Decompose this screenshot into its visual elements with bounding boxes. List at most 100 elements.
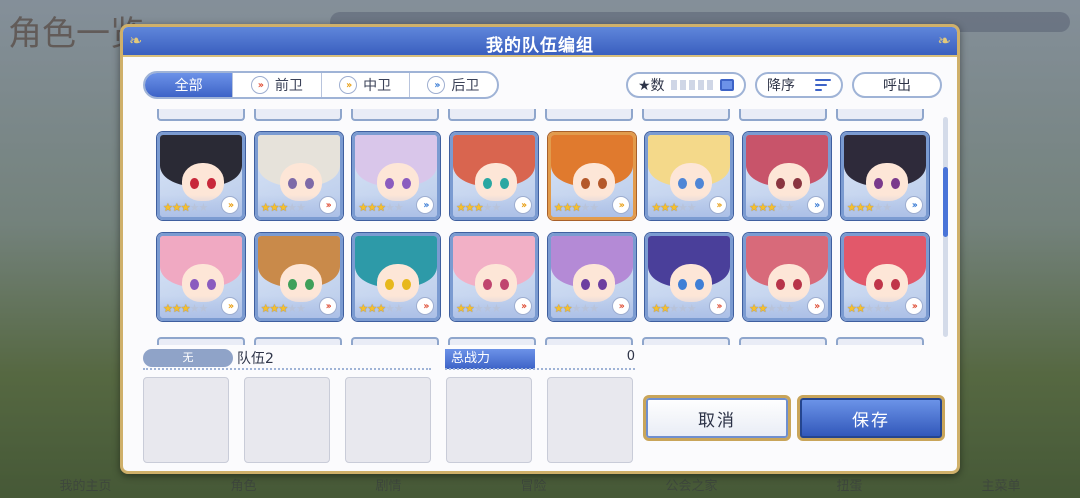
position-chevron-icon: ››: [514, 297, 533, 315]
team-slot[interactable]: [244, 377, 330, 463]
character-portrait-eye: [304, 178, 314, 189]
partial-character-card[interactable]: [157, 109, 245, 121]
position-filter-tabs: 全部 ›› 前卫 ›› 中卫 ›› 后卫: [143, 71, 499, 99]
star-rating-icon: ★★★★★: [846, 302, 892, 315]
position-chevron-icon: ››: [514, 196, 533, 214]
character-card[interactable]: ★★★★★ ››: [352, 233, 441, 321]
star-rating-icon: ★★★★★: [358, 302, 403, 315]
character-portrait-eye: [873, 279, 883, 290]
partial-character-card[interactable]: [739, 109, 827, 121]
character-card[interactable]: ★★★★★ ››: [840, 233, 929, 321]
partial-character-card[interactable]: [836, 109, 924, 121]
character-card[interactable]: ★★★★★ ››: [547, 233, 636, 321]
position-chevron-icon: ››: [904, 297, 923, 315]
partial-character-card[interactable]: [642, 337, 730, 345]
character-card[interactable]: ★★★★★ ››: [352, 132, 441, 220]
tab-middle[interactable]: ›› 中卫: [322, 73, 410, 97]
character-card[interactable]: ★★★★★ ››: [743, 233, 832, 321]
dialog-header: ❧ 我的队伍编组 ❧: [123, 27, 957, 57]
partial-character-card[interactable]: [642, 109, 730, 121]
team-name: 队伍2: [237, 351, 274, 367]
star-rating-icon: ★★★★★: [749, 201, 794, 214]
partial-character-card[interactable]: [254, 109, 342, 121]
tab-all[interactable]: 全部: [145, 73, 234, 97]
partial-character-card[interactable]: [448, 109, 536, 121]
character-card[interactable]: ★★★★★ ››: [157, 132, 245, 220]
partial-character-card[interactable]: [254, 337, 342, 345]
partial-character-card[interactable]: [545, 109, 633, 121]
sort-field-blur: [670, 80, 714, 90]
character-portrait-eye: [207, 178, 216, 189]
position-chevron-icon: ››: [611, 196, 630, 214]
character-portrait-eye: [597, 178, 607, 189]
ornament-right-icon: ❧: [937, 31, 951, 50]
partial-character-card[interactable]: [157, 337, 245, 345]
tab-back[interactable]: ›› 后卫: [410, 73, 497, 97]
tab-label: 前卫: [274, 78, 303, 94]
character-portrait-eye: [190, 178, 199, 189]
position-chevron-icon: ››: [904, 196, 923, 214]
tab-label: 全部: [174, 78, 203, 94]
star-rating-icon: ★★★★★: [260, 201, 306, 214]
star-rating-icon: ★★★★★: [163, 302, 208, 315]
partial-character-card[interactable]: [836, 337, 924, 345]
star-rating-icon: ★★★★★: [846, 201, 892, 214]
back-position-icon: ››: [427, 76, 446, 94]
star-rating-icon: ★★★★★: [358, 201, 403, 214]
character-portrait-eye: [580, 178, 590, 189]
sort-order-label: 降序: [767, 78, 795, 94]
star-rating-icon: ★★★★★: [456, 201, 501, 214]
character-card[interactable]: ★★★★★ ››: [254, 233, 343, 321]
sort-field-button[interactable]: ★数: [626, 72, 746, 98]
team-slot[interactable]: [143, 377, 229, 463]
character-card[interactable]: ★★★★★ ››: [743, 132, 832, 220]
character-card[interactable]: ★★★★★ ››: [450, 233, 539, 321]
sort-toggle-icon: [720, 79, 734, 91]
character-card[interactable]: ★★★★★ ››: [645, 233, 734, 321]
team-slot[interactable]: [345, 377, 431, 463]
partial-character-card[interactable]: [351, 109, 439, 121]
grid-scrollbar[interactable]: [943, 117, 948, 337]
partial-row-above: [157, 109, 937, 121]
character-portrait-eye: [287, 178, 297, 189]
partial-character-card[interactable]: [448, 337, 536, 345]
front-position-icon: ››: [250, 76, 269, 94]
star-rating-icon: ★★★★★: [456, 302, 501, 315]
total-power-label: 总战力: [445, 349, 535, 369]
partial-character-card[interactable]: [545, 337, 633, 345]
character-portrait-eye: [304, 279, 314, 290]
partial-row-below: [157, 337, 937, 345]
call-out-button[interactable]: 呼出: [852, 72, 942, 98]
partial-character-card[interactable]: [739, 337, 827, 345]
team-slot[interactable]: [446, 377, 532, 463]
character-grid[interactable]: ★★★★★ ›› ★★★★★ ›› ★★★★★ ›› ★★★★★ ›› ★★★★★ ›› ★★★★★…: [143, 109, 943, 345]
character-card[interactable]: ★★★★★ ››: [840, 132, 929, 220]
character-portrait-eye: [483, 178, 493, 189]
position-chevron-icon: ››: [318, 196, 337, 214]
team-slot[interactable]: [547, 377, 633, 463]
save-button[interactable]: 保存: [797, 395, 945, 441]
star-rating-icon: ★★★★★: [163, 201, 208, 214]
tab-front[interactable]: ›› 前卫: [233, 73, 322, 97]
partial-character-card[interactable]: [351, 337, 439, 345]
character-card[interactable]: ★★★★★ ››: [254, 132, 343, 220]
character-portrait-eye: [500, 178, 510, 189]
character-card[interactable]: ★★★★★ ››: [157, 233, 245, 321]
character-card[interactable]: ★★★★★ ››: [645, 132, 734, 220]
character-portrait-eye: [500, 279, 510, 290]
middle-position-icon: ››: [339, 76, 358, 94]
dialog-title: 我的队伍编组: [486, 36, 594, 56]
character-portrait-eye: [890, 178, 900, 189]
character-portrait-eye: [287, 279, 297, 290]
character-row-2: ★★★★★ ›› ★★★★★ ›› ★★★★★ ›› ★★★★★ ›› ★★★★★ ›› ★★★★★…: [157, 233, 937, 321]
star-rating-icon: ★★★★★: [553, 201, 599, 214]
position-chevron-icon: ››: [221, 196, 239, 214]
character-card[interactable]: ★★★★★ ››: [547, 132, 636, 220]
scrollbar-thumb[interactable]: [943, 167, 948, 237]
cancel-button[interactable]: 取消: [643, 395, 791, 441]
position-chevron-icon: ››: [318, 297, 337, 315]
character-card[interactable]: ★★★★★ ››: [450, 132, 539, 220]
position-chevron-icon: ››: [807, 196, 826, 214]
sort-order-button[interactable]: 降序: [755, 72, 843, 98]
team-status-badge: 无: [143, 349, 233, 367]
